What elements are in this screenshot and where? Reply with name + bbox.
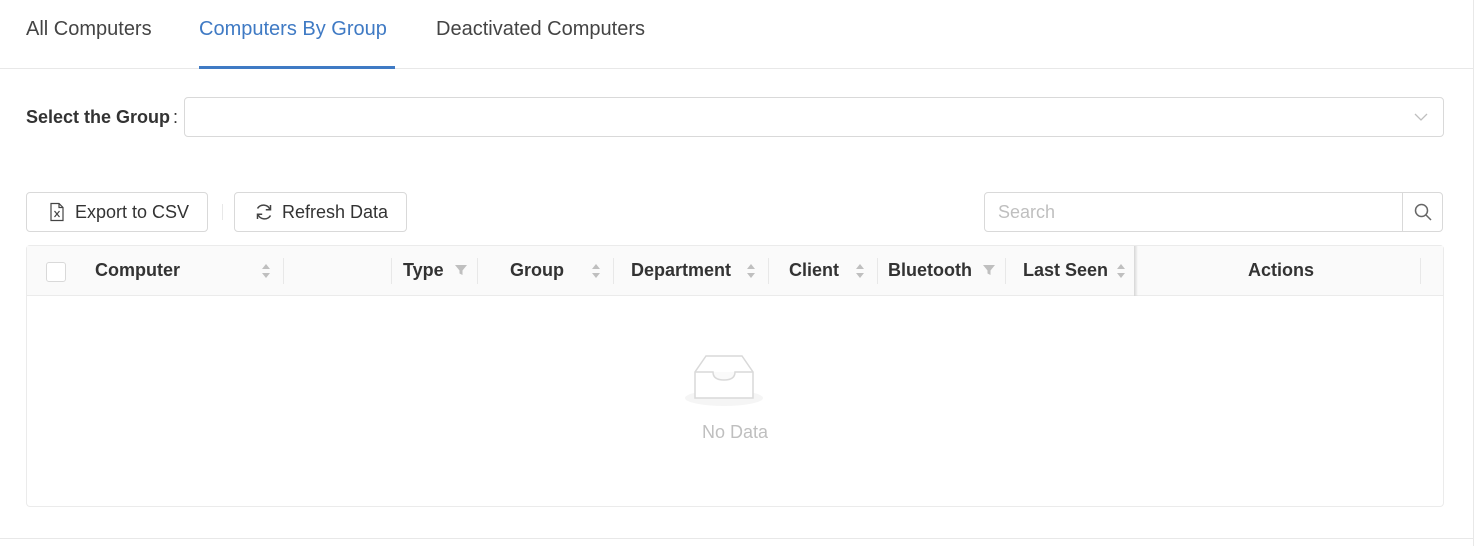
table-header: Computer Type Group Department Client Bl… — [27, 246, 1443, 296]
sort-icon[interactable] — [591, 262, 601, 280]
empty-state-text: No Data — [701, 422, 769, 442]
export-csv-button[interactable]: Export to CSV — [26, 192, 208, 232]
fixed-column-shadow — [1134, 246, 1138, 296]
column-separator — [613, 258, 614, 284]
column-separator — [768, 258, 769, 284]
sort-icon[interactable] — [261, 262, 271, 280]
active-tab-indicator — [199, 66, 395, 69]
filter-icon[interactable] — [982, 263, 996, 277]
toolbar-divider — [222, 204, 223, 220]
search-icon — [1414, 203, 1432, 221]
group-select-label-text: Select the Group — [26, 107, 171, 127]
column-header-computer[interactable]: Computer — [95, 260, 180, 281]
search-button[interactable] — [1402, 192, 1443, 232]
filter-icon[interactable] — [454, 263, 468, 277]
group-select-label-colon: : — [173, 107, 179, 127]
table-empty-state: No Data — [27, 296, 1443, 506]
refresh-data-button[interactable]: Refresh Data — [234, 192, 407, 232]
bottom-divider — [0, 538, 1473, 539]
column-header-department[interactable]: Department — [631, 260, 731, 281]
column-separator — [877, 258, 878, 284]
select-all-checkbox[interactable] — [46, 262, 66, 282]
column-header-last-seen[interactable]: Last Seen — [1023, 260, 1108, 281]
computers-table: Computer Type Group Department Client Bl… — [26, 245, 1444, 507]
excel-file-icon — [47, 202, 67, 222]
column-separator — [391, 258, 392, 284]
group-select[interactable] — [184, 97, 1444, 137]
sort-icon[interactable] — [855, 262, 865, 280]
column-separator — [283, 258, 284, 284]
export-csv-label: Export to CSV — [75, 201, 190, 222]
chevron-down-icon — [1414, 113, 1428, 121]
refresh-data-label: Refresh Data — [282, 201, 389, 222]
tab-all-computers[interactable]: All Computers — [26, 18, 152, 41]
column-header-bluetooth: Bluetooth — [888, 260, 972, 280]
sort-icon[interactable] — [746, 262, 756, 280]
group-select-label: Select the Group: — [26, 107, 178, 128]
refresh-icon — [254, 202, 274, 222]
tab-deactivated-computers[interactable]: Deactivated Computers — [436, 18, 645, 41]
column-header-client[interactable]: Client — [789, 260, 839, 281]
column-header-actions: Actions — [1248, 260, 1315, 280]
column-header-group[interactable]: Group — [510, 260, 564, 281]
column-separator — [1005, 258, 1006, 284]
column-separator — [1420, 258, 1421, 284]
empty-inbox-icon — [685, 355, 763, 406]
column-separator — [477, 258, 478, 284]
tab-bar: All Computers Computers By Group Deactiv… — [0, 0, 1473, 69]
column-header-type: Type — [403, 260, 444, 280]
tab-computers-by-group[interactable]: Computers By Group — [199, 18, 387, 41]
page-right-border — [1473, 0, 1474, 546]
search-input[interactable] — [984, 192, 1403, 232]
sort-icon[interactable] — [1116, 262, 1126, 280]
